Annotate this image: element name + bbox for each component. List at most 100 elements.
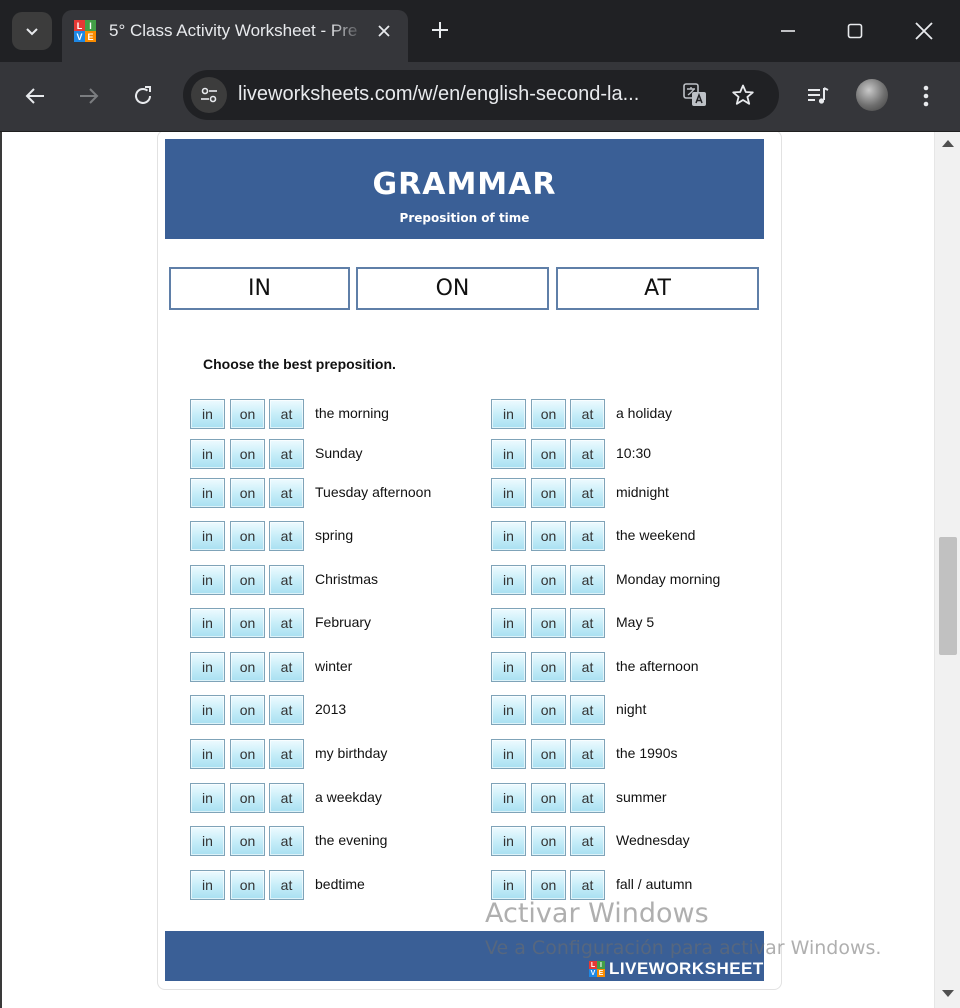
option-at-button[interactable]: at bbox=[269, 478, 304, 508]
option-on-button[interactable]: on bbox=[230, 439, 265, 469]
close-window-button[interactable] bbox=[904, 12, 944, 50]
option-on-button[interactable]: on bbox=[531, 478, 566, 508]
option-at-button[interactable]: at bbox=[570, 826, 605, 856]
reload-button[interactable] bbox=[123, 76, 163, 116]
option-at-button[interactable]: at bbox=[269, 783, 304, 813]
media-controls-button[interactable] bbox=[798, 76, 838, 116]
browser-menu-button[interactable] bbox=[906, 76, 946, 116]
time-phrase: bedtime bbox=[315, 876, 365, 892]
option-at-button[interactable]: at bbox=[570, 652, 605, 682]
option-on-button[interactable]: on bbox=[230, 478, 265, 508]
option-in-button[interactable]: in bbox=[190, 439, 225, 469]
back-button[interactable] bbox=[15, 76, 55, 116]
bookmark-star-button[interactable] bbox=[728, 80, 758, 110]
option-in-button[interactable]: in bbox=[190, 521, 225, 551]
exercise-row: in on at Sunday bbox=[190, 439, 460, 469]
option-in-button[interactable]: in bbox=[491, 870, 526, 900]
option-at-button[interactable]: at bbox=[269, 399, 304, 429]
option-in-button[interactable]: in bbox=[190, 608, 225, 638]
maximize-window-button[interactable] bbox=[835, 12, 875, 50]
option-at-button[interactable]: at bbox=[570, 695, 605, 725]
option-in-button[interactable]: in bbox=[190, 826, 225, 856]
option-in-button[interactable]: in bbox=[491, 695, 526, 725]
time-phrase: Sunday bbox=[315, 445, 363, 461]
option-on-button[interactable]: on bbox=[531, 399, 566, 429]
option-at-button[interactable]: at bbox=[570, 783, 605, 813]
option-on-button[interactable]: on bbox=[230, 608, 265, 638]
option-in-button[interactable]: in bbox=[190, 695, 225, 725]
url-text[interactable]: liveworksheets.com/w/en/english-second-l… bbox=[238, 83, 668, 106]
option-on-button[interactable]: on bbox=[531, 739, 566, 769]
option-in-button[interactable]: in bbox=[190, 565, 225, 595]
browser-tab-active[interactable]: L I V E 5° Class Activity Worksheet - Pr… bbox=[62, 10, 408, 62]
tab-search-button[interactable] bbox=[12, 12, 52, 50]
option-on-button[interactable]: on bbox=[531, 826, 566, 856]
option-in-button[interactable]: in bbox=[491, 608, 526, 638]
option-on-button[interactable]: on bbox=[230, 565, 265, 595]
minimize-window-button[interactable] bbox=[768, 12, 808, 50]
option-at-button[interactable]: at bbox=[570, 565, 605, 595]
address-bar[interactable]: liveworksheets.com/w/en/english-second-l… bbox=[183, 70, 779, 120]
option-at-button[interactable]: at bbox=[269, 826, 304, 856]
forward-button[interactable] bbox=[69, 76, 109, 116]
profile-avatar[interactable] bbox=[856, 79, 888, 111]
option-in-button[interactable]: in bbox=[190, 652, 225, 682]
option-in-button[interactable]: in bbox=[491, 439, 526, 469]
option-in-button[interactable]: in bbox=[491, 478, 526, 508]
option-on-button[interactable]: on bbox=[531, 565, 566, 595]
option-on-button[interactable]: on bbox=[230, 783, 265, 813]
option-at-button[interactable]: at bbox=[269, 608, 304, 638]
option-at-button[interactable]: at bbox=[570, 739, 605, 769]
option-at-button[interactable]: at bbox=[269, 439, 304, 469]
option-on-button[interactable]: on bbox=[230, 739, 265, 769]
option-at-button[interactable]: at bbox=[570, 478, 605, 508]
option-on-button[interactable]: on bbox=[531, 870, 566, 900]
option-at-button[interactable]: at bbox=[269, 695, 304, 725]
translate-button[interactable] bbox=[680, 80, 710, 110]
scroll-down-arrow-icon[interactable] bbox=[942, 990, 954, 997]
time-phrase: the morning bbox=[315, 405, 389, 421]
option-in-button[interactable]: in bbox=[491, 783, 526, 813]
option-on-button[interactable]: on bbox=[230, 826, 265, 856]
option-on-button[interactable]: on bbox=[531, 783, 566, 813]
option-at-button[interactable]: at bbox=[269, 565, 304, 595]
option-at-button[interactable]: at bbox=[570, 439, 605, 469]
option-at-button[interactable]: at bbox=[570, 870, 605, 900]
option-in-button[interactable]: in bbox=[190, 478, 225, 508]
site-info-button[interactable] bbox=[191, 77, 227, 113]
option-in-button[interactable]: in bbox=[491, 399, 526, 429]
tab-close-button[interactable] bbox=[372, 19, 396, 43]
option-in-button[interactable]: in bbox=[190, 870, 225, 900]
scrollbar-thumb[interactable] bbox=[939, 537, 957, 655]
option-on-button[interactable]: on bbox=[230, 521, 265, 551]
option-on-button[interactable]: on bbox=[531, 521, 566, 551]
option-on-button[interactable]: on bbox=[531, 652, 566, 682]
option-in-button[interactable]: in bbox=[491, 521, 526, 551]
option-in-button[interactable]: in bbox=[491, 826, 526, 856]
exercise-row: in on at Monday morning bbox=[491, 565, 761, 595]
option-in-button[interactable]: in bbox=[491, 565, 526, 595]
option-on-button[interactable]: on bbox=[531, 608, 566, 638]
option-at-button[interactable]: at bbox=[269, 652, 304, 682]
option-on-button[interactable]: on bbox=[230, 870, 265, 900]
option-in-button[interactable]: in bbox=[190, 399, 225, 429]
scroll-up-arrow-icon[interactable] bbox=[942, 140, 954, 147]
option-on-button[interactable]: on bbox=[230, 652, 265, 682]
option-in-button[interactable]: in bbox=[190, 783, 225, 813]
option-at-button[interactable]: at bbox=[570, 608, 605, 638]
option-in-button[interactable]: in bbox=[491, 739, 526, 769]
option-on-button[interactable]: on bbox=[230, 695, 265, 725]
option-at-button[interactable]: at bbox=[269, 739, 304, 769]
option-in-button[interactable]: in bbox=[491, 652, 526, 682]
option-at-button[interactable]: at bbox=[269, 870, 304, 900]
page-scrollbar[interactable] bbox=[934, 132, 960, 1008]
option-at-button[interactable]: at bbox=[269, 521, 304, 551]
option-at-button[interactable]: at bbox=[570, 521, 605, 551]
option-on-button[interactable]: on bbox=[531, 439, 566, 469]
option-at-button[interactable]: at bbox=[570, 399, 605, 429]
option-on-button[interactable]: on bbox=[531, 695, 566, 725]
playlist-music-icon bbox=[808, 87, 829, 104]
option-on-button[interactable]: on bbox=[230, 399, 265, 429]
new-tab-button[interactable] bbox=[424, 14, 456, 46]
option-in-button[interactable]: in bbox=[190, 739, 225, 769]
